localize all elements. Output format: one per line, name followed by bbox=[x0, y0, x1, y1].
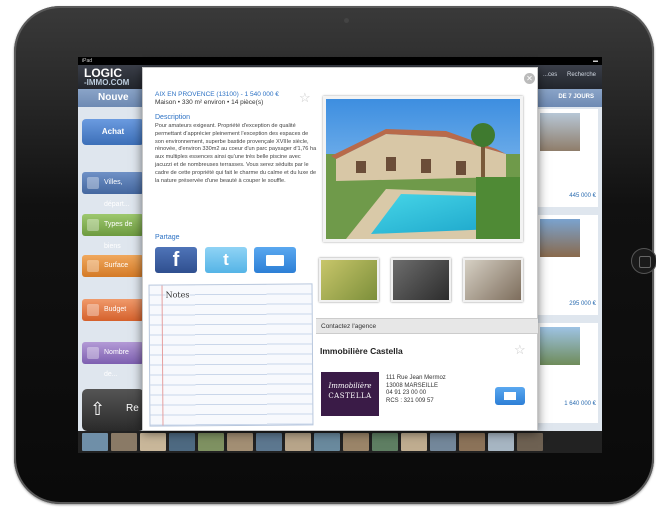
description-heading: Description bbox=[155, 114, 191, 121]
up-arrow-icon: ⇧ bbox=[90, 399, 106, 419]
photo-thumb-living[interactable] bbox=[463, 258, 523, 302]
favorite-star-icon[interactable]: ☆ bbox=[514, 342, 526, 358]
email-share-button[interactable] bbox=[254, 247, 296, 273]
listing-price: 1 640 000 € bbox=[564, 401, 596, 407]
description-text: Pour amateurs exigeant. Propriété d'exce… bbox=[155, 123, 317, 184]
status-bar: iPad ▬ bbox=[78, 57, 602, 65]
property-summary: Maison • 330 m² environ • 14 pièce(s) bbox=[155, 99, 264, 106]
strip-thumb[interactable] bbox=[459, 433, 485, 451]
strip-thumb[interactable] bbox=[343, 433, 369, 451]
listing-price: 295 000 € bbox=[569, 301, 596, 307]
app-logo[interactable]: LOGIC -IMMO.COM bbox=[84, 67, 130, 87]
status-carrier: iPad bbox=[82, 58, 93, 64]
agency-logo-text: CASTELLA bbox=[328, 392, 372, 400]
favorite-star-icon[interactable]: ☆ bbox=[299, 90, 311, 106]
back-button-label: Re bbox=[126, 403, 139, 414]
listing-price: 445 000 € bbox=[569, 193, 596, 199]
achat-button[interactable]: Achat bbox=[82, 119, 144, 145]
contact-agency-header: Contactez l'agence bbox=[316, 318, 538, 334]
photo-thumb-bedroom[interactable] bbox=[319, 258, 379, 302]
sidebar-item-label: Surface bbox=[104, 262, 129, 269]
photo-thumbnails bbox=[319, 258, 527, 302]
sidebar-item-label: Budget bbox=[104, 306, 127, 313]
close-icon[interactable]: ✕ bbox=[524, 73, 535, 84]
strip-thumb[interactable] bbox=[82, 433, 108, 451]
home-icon bbox=[87, 219, 99, 231]
sidebar-item-types[interactable]: Types de biens bbox=[82, 214, 144, 250]
agency-city: 13008 MARSEILLE bbox=[386, 382, 439, 389]
home-button[interactable] bbox=[631, 248, 656, 274]
contact-email-button[interactable] bbox=[495, 387, 525, 405]
tab-recherche[interactable]: Recherche bbox=[567, 72, 596, 78]
twitter-share-button[interactable]: t bbox=[205, 247, 247, 273]
sidebar-item-surface[interactable]: Surface bbox=[82, 255, 144, 277]
sidebar-item-pieces[interactable]: Nombre de... bbox=[82, 342, 144, 378]
camera-icon bbox=[344, 18, 349, 23]
sidebar-item-budget[interactable]: Budget bbox=[82, 299, 144, 321]
strip-thumb[interactable] bbox=[517, 433, 543, 451]
agency-address: 111 Rue Jean Mermoz bbox=[386, 375, 446, 381]
battery-icon: ▬ bbox=[593, 58, 598, 64]
villa-pool-image bbox=[326, 99, 520, 239]
strip-thumb[interactable] bbox=[227, 433, 253, 451]
sidebar-item-label: Nombre de... bbox=[104, 349, 129, 378]
notes-label: Notes bbox=[165, 290, 190, 300]
thumbnail-strip bbox=[78, 431, 602, 453]
strip-thumb[interactable] bbox=[285, 433, 311, 451]
sidebar-item-villes[interactable]: Villes, départ... bbox=[82, 172, 144, 208]
surface-icon bbox=[87, 260, 99, 272]
agency-logo: Immobilière CASTELLA bbox=[321, 372, 379, 416]
listing-thumb bbox=[540, 327, 580, 365]
strip-thumb[interactable] bbox=[169, 433, 195, 451]
listing-card[interactable]: 295 000 € bbox=[536, 215, 598, 315]
property-detail-modal: ✕ AIX EN PROVENCE (13100) - 1 540 000 € … bbox=[142, 67, 538, 431]
rooms-icon bbox=[87, 347, 99, 359]
strip-thumb[interactable] bbox=[198, 433, 224, 451]
strip-thumb[interactable] bbox=[314, 433, 340, 451]
back-button[interactable]: ⇧ Re bbox=[82, 389, 144, 431]
strip-thumb[interactable] bbox=[111, 433, 137, 451]
share-heading: Partage bbox=[155, 234, 180, 241]
listing-thumb bbox=[540, 219, 580, 257]
property-title: AIX EN PROVENCE (13100) - 1 540 000 € bbox=[155, 91, 279, 98]
header-tabs: ...ces Recherche bbox=[535, 72, 596, 78]
agency-phone[interactable]: 04 91 23 00 00 bbox=[386, 390, 446, 398]
section-title: Nouve bbox=[98, 92, 129, 103]
strip-thumb[interactable] bbox=[401, 433, 427, 451]
budget-icon bbox=[87, 304, 99, 316]
strip-thumb[interactable] bbox=[372, 433, 398, 451]
strip-thumb[interactable] bbox=[430, 433, 456, 451]
strip-thumb[interactable] bbox=[488, 433, 514, 451]
agency-logo-text: Immobilière bbox=[328, 382, 372, 390]
strip-thumb[interactable] bbox=[140, 433, 166, 451]
agency-name: Immobilière Castella bbox=[320, 346, 403, 356]
notes-area[interactable]: Notes bbox=[148, 283, 314, 427]
section-filter: DE 7 JOURS bbox=[558, 94, 594, 100]
sidebar-item-label: Types de biens bbox=[104, 221, 133, 250]
logo-subtext: -IMMO.COM bbox=[84, 78, 130, 87]
photo-thumb-bathroom[interactable] bbox=[391, 258, 451, 302]
agency-contact-info: 111 Rue Jean Mermoz 13008 MARSEILLE 04 9… bbox=[386, 375, 446, 405]
agency-rcs: RCS : 321 009 57 bbox=[386, 397, 434, 404]
sidebar-item-label: Villes, départ... bbox=[104, 179, 130, 208]
house-icon bbox=[87, 177, 99, 189]
listing-card[interactable]: 1 640 000 € bbox=[536, 323, 598, 423]
strip-thumb[interactable] bbox=[256, 433, 282, 451]
facebook-share-button[interactable]: f bbox=[155, 247, 197, 273]
listing-thumb bbox=[540, 113, 580, 151]
main-property-photo[interactable] bbox=[323, 96, 523, 242]
tab-services[interactable]: ...ces bbox=[543, 72, 557, 78]
listing-card[interactable]: 445 000 € bbox=[536, 109, 598, 207]
